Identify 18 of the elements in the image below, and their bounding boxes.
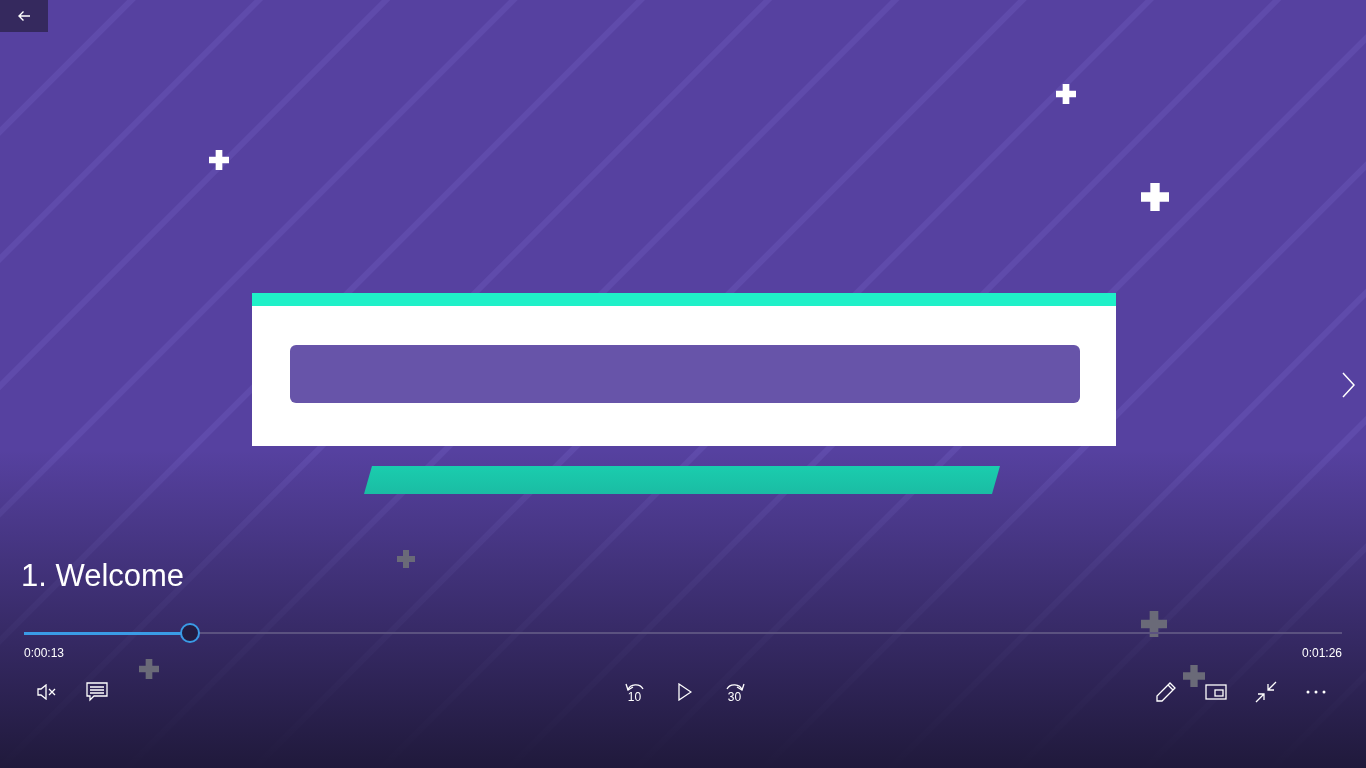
mute-icon: [37, 684, 57, 700]
elapsed-time: 0:00:13: [24, 646, 65, 660]
more-icon: [1306, 690, 1326, 694]
lecture-title: 1. Welcome: [21, 558, 185, 594]
captions-icon: [86, 682, 108, 702]
duration-time: 0:01:26: [1301, 646, 1342, 660]
back-arrow-icon: [17, 10, 31, 22]
seek-thumb[interactable]: [180, 623, 201, 643]
chevron-right-icon: [1341, 372, 1355, 398]
forward-icon: [724, 681, 745, 691]
collapse-icon: [1255, 681, 1277, 703]
play-icon: [677, 683, 692, 701]
rewind-button[interactable]: 10: [614, 672, 655, 712]
forward-button[interactable]: 30: [714, 672, 755, 712]
miniplayer-icon: [1205, 684, 1227, 700]
back-button[interactable]: [0, 0, 48, 32]
rewind-icon: [624, 681, 645, 691]
pencil-icon: [1155, 681, 1177, 703]
